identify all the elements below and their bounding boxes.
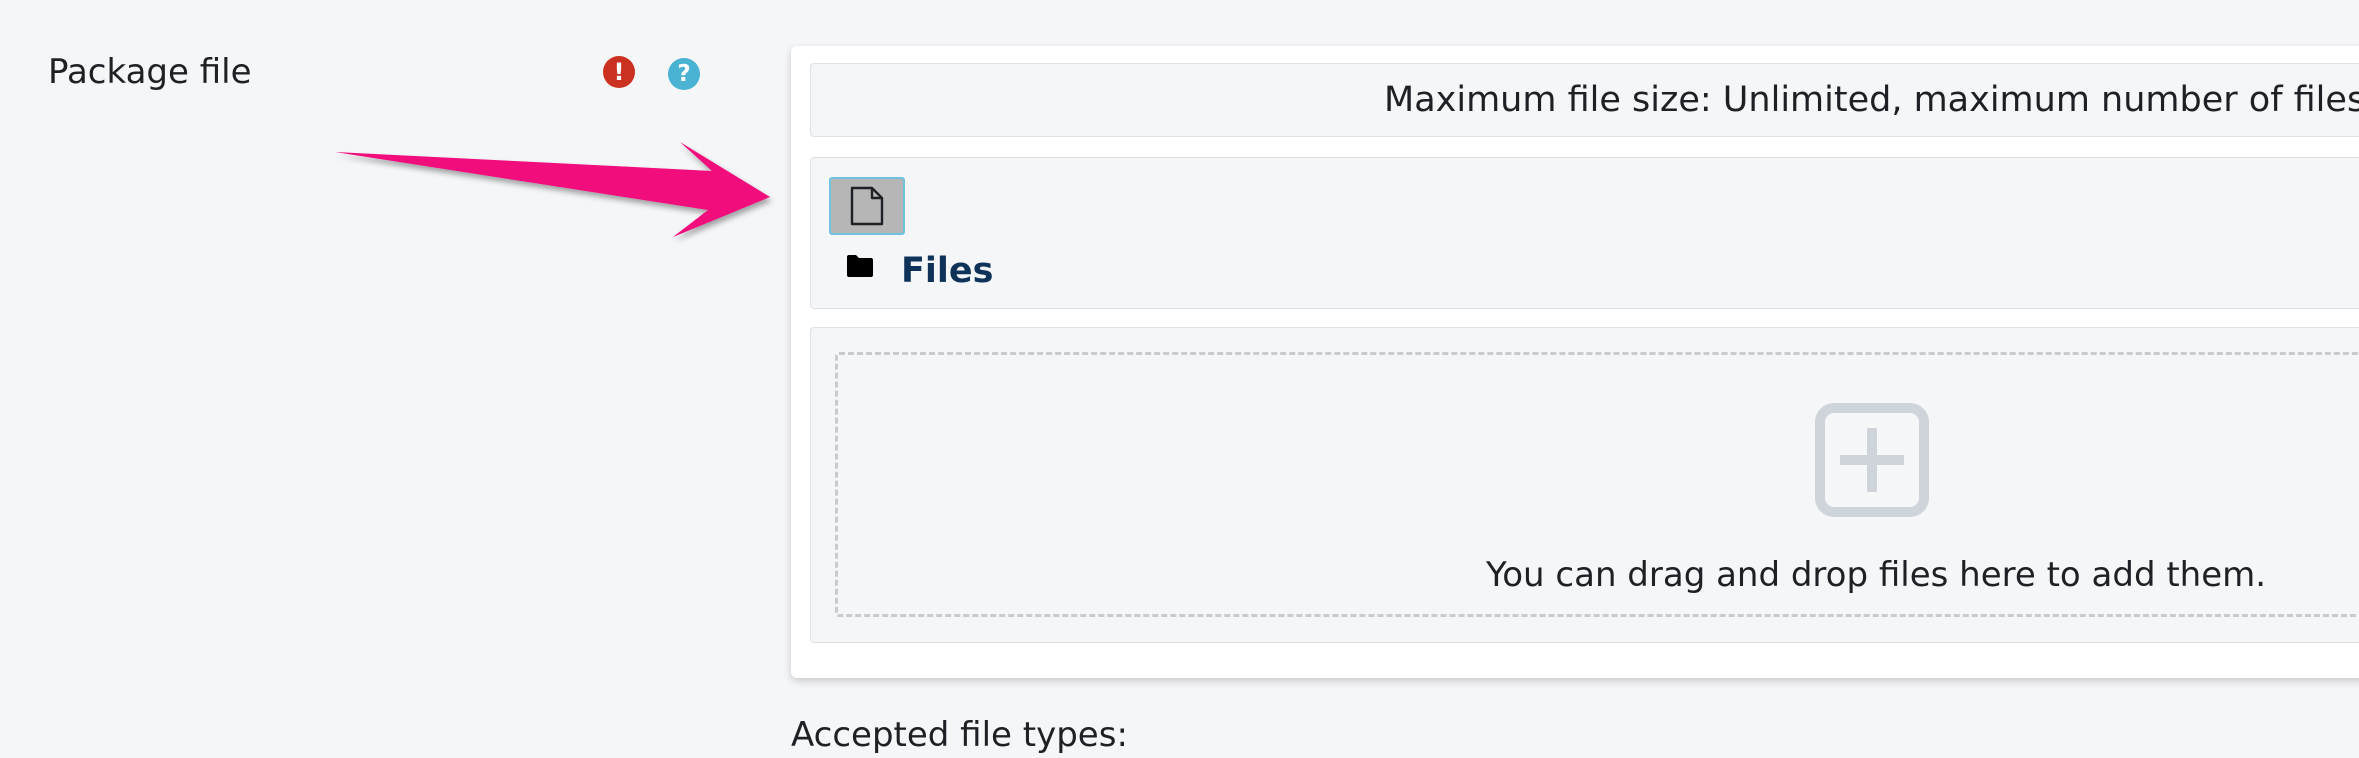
help-icon-glyph: ? — [677, 60, 691, 87]
file-restrictions-bar: Maximum file size: Unlimited, maximum nu… — [810, 63, 2359, 137]
required-icon-glyph: ! — [613, 58, 625, 86]
plus-square-icon[interactable] — [1814, 402, 1930, 518]
path-files-link[interactable]: Files — [901, 248, 993, 294]
file-icon — [850, 186, 884, 226]
file-restrictions-text: Maximum file size: Unlimited, maximum nu… — [1384, 80, 2359, 120]
dropzone-instructions: You can drag and drop files here to add … — [1486, 555, 2267, 595]
annotation-arrow-icon — [335, 142, 770, 237]
required-icon: ! — [603, 56, 635, 88]
add-file-button[interactable] — [829, 177, 905, 235]
filemanager-toolbar — [810, 157, 2359, 309]
help-icon[interactable]: ? — [668, 58, 700, 90]
package-file-label: Package file — [48, 52, 252, 92]
accepted-file-types-label: Accepted file types: — [791, 715, 1128, 755]
folder-icon — [847, 255, 873, 277]
